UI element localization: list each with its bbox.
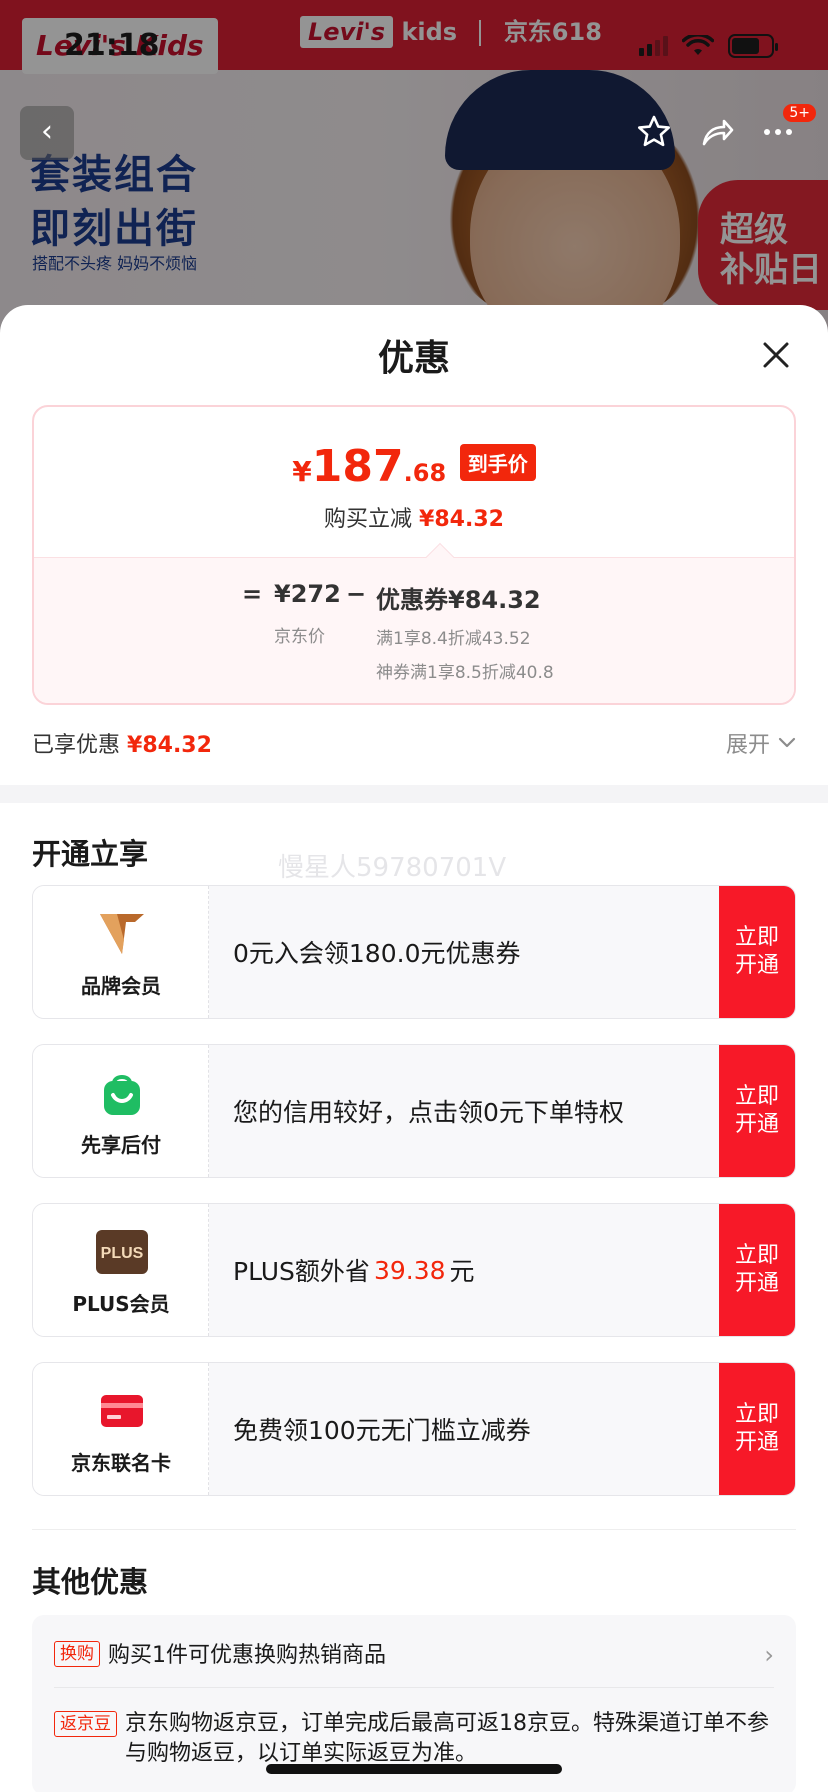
- member-card-left: 京东联名卡: [33, 1363, 209, 1495]
- plus-desc-pre: PLUS额外省: [233, 1257, 370, 1286]
- final-price: ¥187.68 到手价: [34, 441, 794, 492]
- instant-discount-label: 购买立减: [324, 507, 413, 532]
- member-name: 品牌会员: [81, 974, 161, 998]
- other-discounts-title: 其他优惠: [32, 1565, 149, 1599]
- open-benefits-title: 开通立享: [32, 837, 149, 871]
- member-card-left: 品牌会员: [33, 886, 209, 1018]
- instant-discount-amount: ¥84.32: [419, 507, 504, 532]
- price-decimal: .68: [403, 459, 447, 487]
- chevron-down-icon: [778, 737, 796, 748]
- trade-in-tag: 换购: [54, 1641, 100, 1667]
- expand-button[interactable]: 展开: [726, 727, 796, 759]
- brand-member-icon: [100, 914, 144, 954]
- activate-button[interactable]: 立即 开通: [719, 1045, 795, 1177]
- price-top: ¥187.68 到手价 购买立减 ¥84.32: [34, 407, 794, 557]
- activate-button[interactable]: 立即 开通: [719, 886, 795, 1018]
- status-icons: [639, 34, 778, 58]
- discount-sheet: 优惠 ¥187.68 到手价 购买立减 ¥84.32 = ¥272 − 优惠券¥…: [0, 305, 828, 1792]
- enjoyed-amount: ¥84.32: [127, 733, 212, 758]
- price-breakdown: = ¥272 − 优惠券¥84.32 京东价 满1享8.4折减43.52 神券满…: [34, 557, 794, 703]
- trade-in-row[interactable]: 换购 购买1件可优惠换购热销商品 ›: [54, 1637, 774, 1669]
- member-name: PLUS会员: [72, 1292, 170, 1316]
- jd-price: ¥272: [274, 580, 341, 608]
- member-card-cobrand[interactable]: 京东联名卡 免费领100元无门槛立减券 立即 开通: [32, 1362, 796, 1496]
- sheet-title: 优惠: [377, 338, 450, 379]
- member-card-plus[interactable]: PLUS PLUS会员 PLUS额外省 39.38 元 立即 开通: [32, 1203, 796, 1337]
- enjoyed-discount: 已享优惠 ¥84.32: [32, 727, 212, 759]
- close-icon[interactable]: [756, 335, 796, 375]
- back-button[interactable]: ‹: [20, 106, 74, 160]
- jd-price-label: 京东价: [274, 627, 325, 647]
- row-divider: [54, 1687, 774, 1688]
- plus-save-amount: 39.38: [373, 1255, 446, 1285]
- jd-bean-tag: 返京豆: [54, 1711, 117, 1737]
- battery-icon: [728, 34, 778, 58]
- instant-discount: 购买立减 ¥84.32: [34, 501, 794, 533]
- coupon-detail-2: 神券满1享8.5折减40.8: [376, 663, 554, 683]
- section-divider-thin: [32, 1529, 796, 1530]
- signal-icon: [639, 36, 668, 56]
- favorite-star-icon[interactable]: [634, 112, 674, 152]
- chevron-right-icon: ›: [764, 1641, 774, 1669]
- coupon-detail-1: 满1享8.4折减43.52: [376, 629, 531, 649]
- minus-sign: −: [346, 580, 367, 608]
- message-count-badge: 5+: [783, 104, 816, 122]
- price-integer: 187: [311, 441, 404, 492]
- member-name: 京东联名卡: [71, 1451, 171, 1475]
- jd-bean-text: 京东购物返京豆，订单完成后最高可返18京豆。特殊渠道订单不参与购物返豆，以订单实…: [125, 1711, 769, 1766]
- card-icon: [101, 1395, 143, 1427]
- member-description: 您的信用较好，点击领0元下单特权: [233, 1098, 624, 1127]
- member-description: 0元入会领180.0元优惠券: [233, 939, 521, 968]
- user-watermark: 慢星人59780701V: [278, 853, 507, 883]
- coupon-amount: 优惠券¥84.32: [376, 586, 541, 614]
- plus-icon: PLUS: [96, 1230, 148, 1274]
- member-description: 免费领100元无门槛立减券: [233, 1416, 531, 1445]
- price-summary-card: ¥187.68 到手价 购买立减 ¥84.32 = ¥272 − 优惠券¥84.…: [32, 405, 796, 705]
- trade-in-text: 购买1件可优惠换购热销商品: [108, 1643, 386, 1668]
- jd-bean-row: 返京豆 京东购物返京豆，订单完成后最高可返18京豆。特殊渠道订单不参与购物返豆，…: [54, 1709, 774, 1769]
- activate-button[interactable]: 立即 开通: [719, 1363, 795, 1495]
- plus-desc-post: 元: [449, 1257, 475, 1286]
- member-name: 先享后付: [81, 1133, 161, 1157]
- home-indicator[interactable]: [266, 1764, 562, 1774]
- expand-label: 展开: [725, 733, 770, 758]
- member-card-left: PLUS PLUS会员: [33, 1204, 209, 1336]
- wifi-icon: [682, 35, 714, 55]
- member-card-pay-later[interactable]: 先享后付 您的信用较好，点击领0元下单特权 立即 开通: [32, 1044, 796, 1178]
- nav-actions: [634, 112, 798, 152]
- status-time: 21:18: [64, 28, 160, 63]
- share-icon[interactable]: [696, 112, 736, 152]
- activate-button[interactable]: 立即 开通: [719, 1204, 795, 1336]
- enjoyed-label: 已享优惠: [32, 733, 121, 758]
- final-price-tag: 到手价: [459, 444, 536, 481]
- plus-icon-text: PLUS: [101, 1245, 144, 1262]
- member-card-brand[interactable]: 品牌会员 0元入会领180.0元优惠券 立即 开通: [32, 885, 796, 1019]
- member-description: PLUS额外省 39.38 元: [233, 1204, 475, 1336]
- price-currency: ¥: [292, 455, 312, 488]
- pay-later-icon: [104, 1075, 140, 1115]
- equals-sign: =: [242, 580, 263, 608]
- member-card-left: 先享后付: [33, 1045, 209, 1177]
- section-divider: [0, 785, 828, 803]
